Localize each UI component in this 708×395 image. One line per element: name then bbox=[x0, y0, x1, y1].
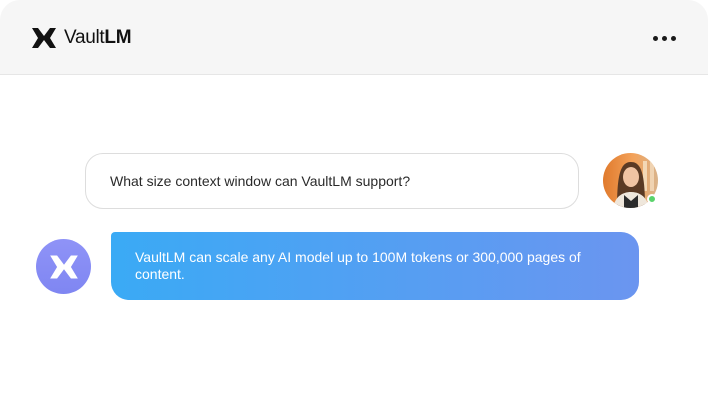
more-horizontal-icon-dot bbox=[670, 35, 676, 41]
vaultlm-bot-icon bbox=[49, 254, 78, 279]
brand-name-light: Vault bbox=[64, 27, 105, 48]
more-horizontal-icon-dot bbox=[652, 35, 658, 41]
bot-avatar bbox=[36, 239, 91, 294]
brand-name: VaultLM bbox=[64, 25, 132, 51]
chat-window: VaultLM What size context window can Vau… bbox=[0, 0, 708, 395]
user-avatar[interactable] bbox=[603, 153, 658, 208]
more-options-button[interactable] bbox=[648, 28, 680, 48]
header-bar: VaultLM bbox=[0, 0, 708, 75]
vaultlm-logo-icon bbox=[32, 28, 56, 48]
user-message-text: What size context window can VaultLM sup… bbox=[110, 173, 411, 189]
bot-message-text: VaultLM can scale any AI model up to 100… bbox=[135, 249, 581, 282]
vaultlm-logo: VaultLM bbox=[31, 25, 132, 51]
brand-name-bold: LM bbox=[104, 27, 132, 48]
online-status-indicator bbox=[647, 194, 657, 204]
user-message-bubble: What size context window can VaultLM sup… bbox=[85, 153, 579, 209]
more-horizontal-icon-dot bbox=[661, 35, 667, 41]
bot-message-bubble: VaultLM can scale any AI model up to 100… bbox=[111, 232, 639, 300]
